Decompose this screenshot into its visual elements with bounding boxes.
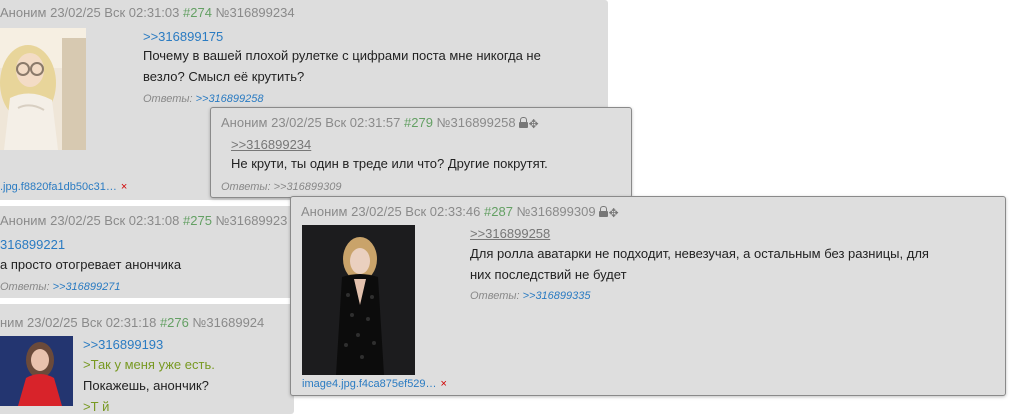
post-date: 23/02/25 Вск 02:31:03 — [50, 5, 180, 20]
reply-link[interactable]: >>316899175 — [143, 29, 223, 44]
post-author: Аноним — [0, 5, 47, 20]
move-icon[interactable]: ✥ — [609, 207, 619, 219]
reply-link[interactable]: >>316899258 — [470, 226, 550, 241]
post-header: Аноним 23/02/25 Вск 02:31:03 #274 №31689… — [0, 5, 295, 20]
post-date: 23/02/25 Вск 02:31:08 — [50, 213, 180, 228]
post-answers: Ответы: >>316899258 — [143, 93, 264, 105]
answer-link[interactable]: >>316899335 — [523, 290, 591, 302]
remove-file-icon[interactable]: × — [121, 181, 127, 193]
post-thumbnail[interactable] — [0, 28, 86, 150]
post-thumbnail[interactable] — [302, 225, 415, 375]
post-answers: Ответы: >>316899271 — [0, 281, 121, 293]
lock-icon[interactable] — [518, 117, 528, 128]
popup-post-279: Аноним 23/02/25 Вск 02:31:57 #279 №31689… — [210, 107, 632, 198]
post-author: ним — [0, 315, 24, 330]
post-276: ним 23/02/25 Вск 02:31:18 #276 №31689924… — [0, 304, 294, 414]
post-answers: Ответы: >>316899309 — [221, 181, 342, 193]
post-author: Аноним — [221, 115, 268, 130]
post-date: 23/02/25 Вск 02:33:46 — [351, 204, 481, 219]
reply-link[interactable]: 316899221 — [0, 237, 65, 252]
reply-link[interactable]: >>316899234 — [231, 137, 311, 152]
post-author: Аноним — [301, 204, 348, 219]
post-date: 23/02/25 Вск 02:31:57 — [271, 115, 401, 130]
post-author: Аноним — [0, 213, 47, 228]
post-date: 23/02/25 Вск 02:31:18 — [27, 315, 157, 330]
post-header: Аноним 23/02/25 Вск 02:31:08 #275 №31689… — [0, 213, 287, 228]
post-number[interactable]: №316899309 — [517, 204, 596, 219]
post-header: Аноним 23/02/25 Вск 02:33:46 #287 №31689… — [301, 204, 619, 220]
post-message: Для ролла аватарки не подходит, невезуча… — [470, 246, 929, 282]
post-index[interactable]: #274 — [183, 5, 212, 20]
greentext: >Т й — [83, 399, 110, 414]
post-number[interactable]: №316899258 — [437, 115, 516, 130]
post-index[interactable]: #275 — [183, 213, 212, 228]
reply-link[interactable]: >>316899193 — [83, 337, 163, 352]
move-icon[interactable]: ✥ — [529, 118, 539, 130]
file-name-link[interactable]: .jpg.f8820fa1db50c31… × — [0, 181, 127, 193]
greentext: >Так у меня уже есть. — [83, 357, 215, 372]
post-answers: Ответы: >>316899335 — [470, 290, 591, 302]
post-thumbnail[interactable] — [0, 336, 73, 406]
post-number[interactable]: №31689924 — [192, 315, 264, 330]
post-message: Почему в вашей плохой рулетке с цифрами … — [143, 48, 541, 84]
file-name-link[interactable]: image4.jpg.f4ca875ef529… × — [302, 378, 447, 390]
post-message: Не крути, ты один в треде или что? Други… — [231, 156, 548, 171]
post-header: ним 23/02/25 Вск 02:31:18 #276 №31689924 — [0, 315, 264, 330]
post-number[interactable]: №316899234 — [216, 5, 295, 20]
post-index[interactable]: #287 — [484, 204, 513, 219]
answer-link[interactable]: >>316899258 — [196, 93, 264, 105]
post-message: а просто отогревает анончика — [0, 257, 182, 272]
post-275: Аноним 23/02/25 Вск 02:31:08 #275 №31689… — [0, 206, 294, 298]
lock-icon[interactable] — [598, 206, 608, 217]
post-number[interactable]: №31689923 — [216, 213, 288, 228]
popup-post-287: Аноним 23/02/25 Вск 02:33:46 #287 №31689… — [290, 196, 1006, 396]
post-header: Аноним 23/02/25 Вск 02:31:57 #279 №31689… — [221, 115, 539, 131]
remove-file-icon[interactable]: × — [441, 378, 447, 390]
answer-link[interactable]: >>316899309 — [274, 181, 342, 193]
answer-link[interactable]: >>316899271 — [53, 281, 121, 293]
post-index[interactable]: #279 — [404, 115, 433, 130]
post-message: >Так у меня уже есть. Покажешь, анончик?… — [83, 354, 215, 414]
post-index[interactable]: #276 — [160, 315, 189, 330]
